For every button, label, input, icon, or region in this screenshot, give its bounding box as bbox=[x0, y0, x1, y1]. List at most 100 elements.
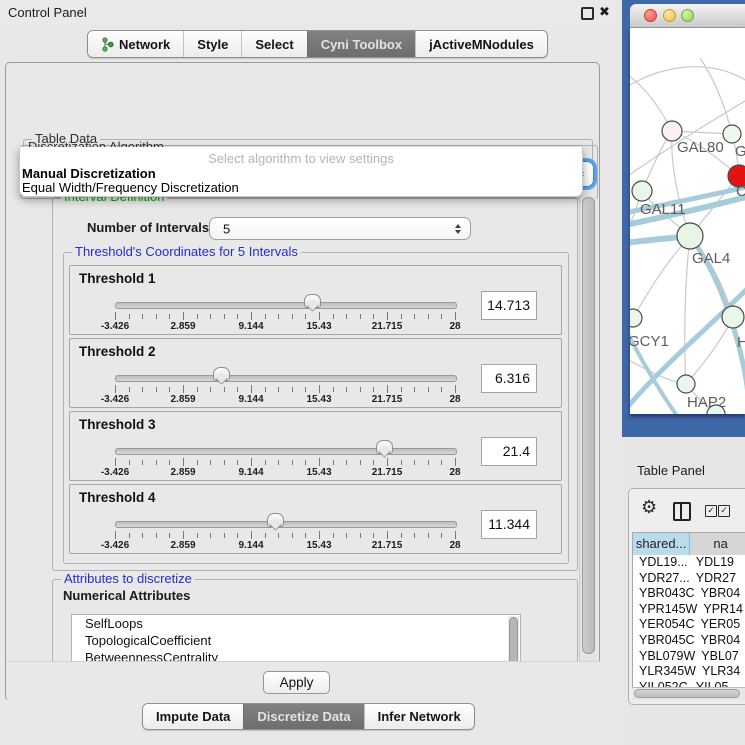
table-row[interactable]: YLR345WYLR34 bbox=[633, 664, 745, 680]
threshold-value-field[interactable]: 6.316 bbox=[481, 364, 537, 393]
tick-label: 9.144 bbox=[238, 394, 263, 405]
cell-shared-name: YDR27... bbox=[633, 571, 690, 587]
network-node-label: GAL11 bbox=[640, 201, 686, 218]
tick-label: 9.144 bbox=[238, 321, 263, 332]
tab-impute-data[interactable]: Impute Data bbox=[143, 704, 243, 729]
tick-label: 28 bbox=[449, 467, 460, 478]
table-rows: YDL19...YDL19YDR27...YDR27YBR043CYBR04YP… bbox=[633, 555, 745, 690]
threshold-panel-3: Threshold 3-3.4262.8599.14415.4321.71528… bbox=[69, 411, 562, 481]
table-row[interactable]: YBR045CYBR04 bbox=[633, 633, 745, 649]
control-panel-content: Discretization Algorithm Select algorith… bbox=[5, 62, 600, 701]
slider-track[interactable] bbox=[115, 375, 457, 382]
dropdown-option-manual-discretization[interactable]: Manual Discretization bbox=[22, 166, 156, 181]
column-header-name[interactable]: na bbox=[690, 533, 745, 555]
table-row[interactable]: YPR145WYPR14 bbox=[633, 602, 745, 618]
network-node-gcy1[interactable] bbox=[630, 309, 642, 327]
tab-style[interactable]: Style bbox=[183, 31, 241, 57]
cell-name: YDR27 bbox=[690, 571, 745, 587]
minimize-traffic-light-icon[interactable] bbox=[663, 9, 676, 22]
attribute-item[interactable]: SelfLoops bbox=[72, 615, 520, 632]
attribute-item[interactable]: BetweennessCentrality bbox=[72, 649, 520, 661]
attribute-item[interactable]: TopologicalCoefficient bbox=[72, 632, 520, 649]
network-node-label: GCY1 bbox=[630, 333, 669, 350]
network-edge[interactable] bbox=[685, 236, 690, 384]
table-row[interactable]: YBL079WYBL07 bbox=[633, 649, 745, 665]
tick-label: 2.859 bbox=[170, 467, 195, 478]
tab-label: Network bbox=[119, 37, 170, 52]
network-node-ga[interactable] bbox=[723, 125, 741, 143]
tick-label: -3.426 bbox=[101, 540, 129, 551]
tab-label: Cyni Toolbox bbox=[321, 37, 402, 52]
close-icon[interactable]: ✖ bbox=[599, 4, 610, 20]
apply-button[interactable]: Apply bbox=[263, 671, 330, 694]
network-node-h[interactable] bbox=[722, 306, 744, 328]
network-window-titlebar[interactable] bbox=[630, 4, 745, 28]
cell-name: YLR34 bbox=[696, 664, 745, 680]
list-scrollbar[interactable] bbox=[508, 616, 519, 661]
panel-scrollbar[interactable] bbox=[579, 187, 596, 661]
table-row[interactable]: YDL19...YDL19 bbox=[633, 555, 745, 571]
window-title: Control Panel bbox=[8, 5, 87, 20]
network-node-gal11[interactable] bbox=[632, 181, 652, 201]
tab-jactivemnodules[interactable]: jActiveMNodules bbox=[415, 31, 547, 57]
table-h-scrollbar[interactable] bbox=[632, 687, 745, 700]
slider-scale: -3.4262.8599.14415.4321.71528 bbox=[115, 540, 455, 552]
cell-name: YER05 bbox=[695, 617, 745, 633]
threshold-panel-2: Threshold 2-3.4262.8599.14415.4321.71528… bbox=[69, 338, 562, 408]
threshold-panel-1: Threshold 1-3.4262.8599.14415.4321.71528… bbox=[69, 265, 562, 335]
tab-select[interactable]: Select bbox=[241, 31, 306, 57]
network-canvas[interactable]: GAL80GACGAL11GAL4GCY1HHAP2 bbox=[630, 28, 745, 414]
tab-network[interactable]: Network bbox=[88, 31, 183, 57]
table-row[interactable]: YBR043CYBR04 bbox=[633, 586, 745, 602]
node-table: shared... na YDL19...YDL19YDR27...YDR27Y… bbox=[632, 532, 745, 690]
checkbox-icon[interactable]: ✓ bbox=[705, 505, 717, 517]
network-node-hap2[interactable] bbox=[677, 375, 695, 393]
tick-label: 28 bbox=[449, 540, 460, 551]
slider-thumb[interactable] bbox=[267, 513, 284, 527]
numerical-attributes-title: Numerical Attributes bbox=[63, 588, 190, 603]
network-edge[interactable] bbox=[633, 236, 690, 318]
tick-label: -3.426 bbox=[101, 321, 129, 332]
network-node-label: GA bbox=[735, 143, 745, 160]
tick-label: 21.715 bbox=[372, 394, 403, 405]
gear-icon[interactable]: ⚙ bbox=[641, 497, 657, 518]
tab-infer-network[interactable]: Infer Network bbox=[364, 704, 474, 729]
split-columns-icon[interactable] bbox=[673, 502, 691, 521]
dropdown-option-equal-width[interactable]: Equal Width/Frequency Discretization bbox=[22, 180, 239, 195]
slider-thumb[interactable] bbox=[376, 440, 393, 454]
network-node-gal4[interactable] bbox=[677, 223, 703, 249]
slider-track[interactable] bbox=[115, 302, 457, 309]
tab-discretize-data[interactable]: Discretize Data bbox=[243, 704, 363, 729]
tick-label: 21.715 bbox=[372, 467, 403, 478]
tick-label: 28 bbox=[449, 394, 460, 405]
float-window-icon[interactable] bbox=[581, 7, 594, 20]
zoom-traffic-light-icon[interactable] bbox=[681, 9, 694, 22]
threshold-value-field[interactable]: 14.713 bbox=[481, 291, 537, 320]
threshold-value-field[interactable]: 11.344 bbox=[481, 510, 537, 539]
network-edge[interactable] bbox=[630, 73, 672, 131]
panel-scrollbar-thumb[interactable] bbox=[582, 197, 595, 654]
tick-label: 28 bbox=[449, 321, 460, 332]
tab-label: jActiveMNodules bbox=[429, 37, 534, 52]
attributes-listbox[interactable]: SelfLoopsTopologicalCoefficientBetweenne… bbox=[71, 614, 521, 661]
threshold-value-field[interactable]: 21.4 bbox=[481, 437, 537, 466]
checkbox-icon[interactable]: ✓ bbox=[718, 505, 730, 517]
network-node-label: GAL80 bbox=[677, 139, 724, 156]
slider-thumb[interactable] bbox=[213, 367, 230, 381]
table-row[interactable]: YER054CYER05 bbox=[633, 617, 745, 633]
network-edge[interactable] bbox=[700, 58, 732, 134]
attributes-items: SelfLoopsTopologicalCoefficientBetweenne… bbox=[72, 615, 520, 661]
threshold-panel-4: Threshold 4-3.4262.8599.14415.4321.71528… bbox=[69, 484, 562, 554]
network-icon bbox=[101, 37, 114, 52]
slider-track[interactable] bbox=[115, 448, 457, 455]
network-node-gal80[interactable] bbox=[662, 121, 682, 141]
tab-cyni-toolbox[interactable]: Cyni Toolbox bbox=[307, 31, 415, 57]
num-intervals-select[interactable]: 5 bbox=[209, 217, 471, 240]
close-traffic-light-icon[interactable] bbox=[644, 9, 657, 22]
table-row[interactable]: YDR27...YDR27 bbox=[633, 571, 745, 587]
slider-track[interactable] bbox=[115, 521, 457, 528]
column-header-shared[interactable]: shared... bbox=[633, 533, 690, 555]
slider-thumb[interactable] bbox=[304, 294, 321, 308]
table-h-scrollbar-thumb[interactable] bbox=[634, 689, 740, 698]
network-edge[interactable] bbox=[630, 67, 745, 88]
